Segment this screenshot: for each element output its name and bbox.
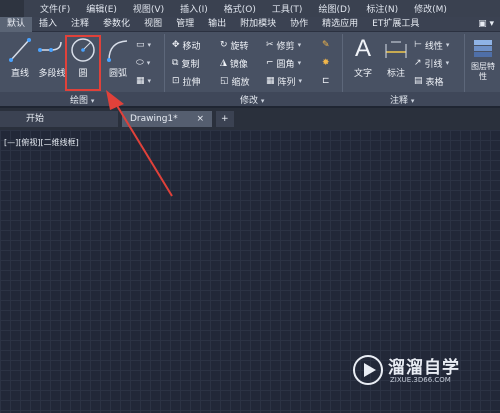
watermark-title: 溜溜自学 [388,358,460,378]
watermark-logo-icon [353,355,383,385]
watermark-subtitle: ZIXUE.3D66.COM [390,376,451,384]
watermark: 溜溜自学 ZIXUE.3D66.COM [352,350,464,394]
